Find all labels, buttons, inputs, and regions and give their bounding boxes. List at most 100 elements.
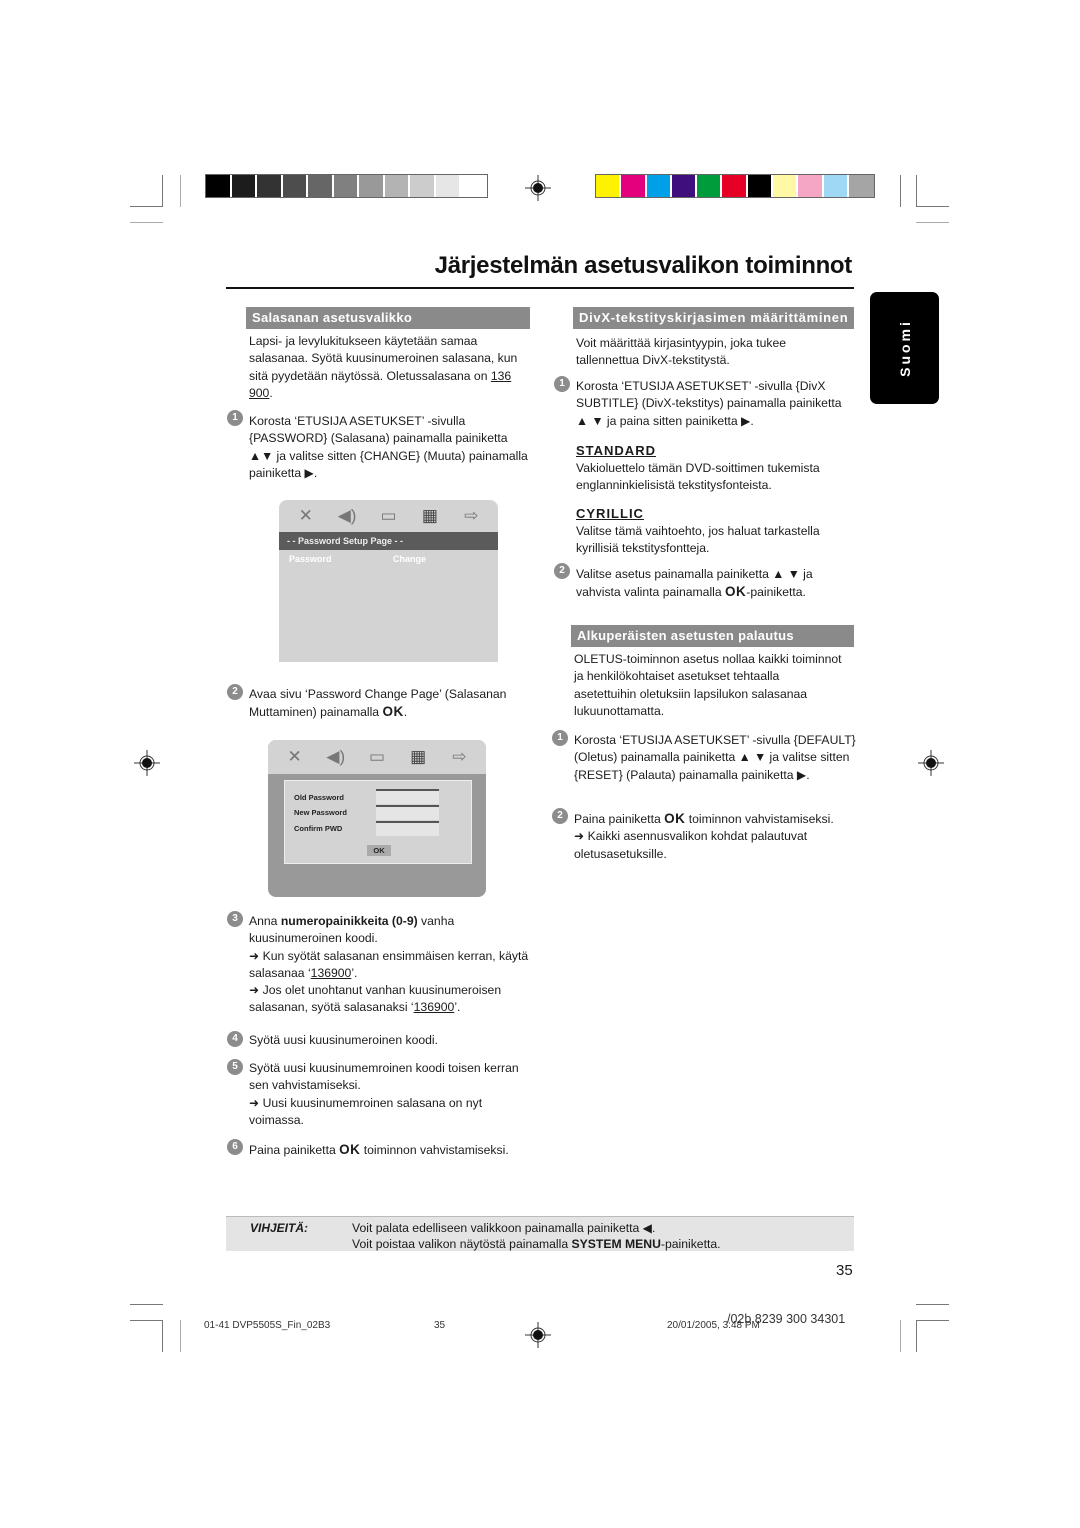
color-swatch — [848, 175, 875, 197]
footer-page: 35 — [434, 1320, 446, 1331]
old-password-field[interactable] — [376, 789, 439, 804]
password-step-5: Syötä uusi kuusinumemroinen koodi toisen… — [249, 1061, 519, 1127]
step-number-icon: 1 — [227, 410, 243, 426]
color-swatch — [461, 175, 487, 197]
confirm-password-field[interactable] — [376, 821, 439, 836]
color-swatch — [359, 175, 385, 197]
new-password-field[interactable] — [376, 805, 439, 820]
step-number-icon: 2 — [552, 808, 568, 824]
section-heading-password: Salasanan asetusvalikko — [246, 307, 530, 329]
osd-page-title: - - Password Setup Page - - — [279, 532, 498, 550]
crop-mark — [916, 1320, 917, 1352]
color-swatch — [308, 175, 334, 197]
crop-mark — [130, 1304, 163, 1305]
crop-mark — [130, 222, 163, 223]
speaker-icon: ◀) — [337, 506, 357, 525]
reset-step-1: Korosta ‘ETUSIJA ASETUKSET’ -sivulla {DE… — [574, 733, 856, 782]
password-step-6: Paina painiketta OK toiminnon vahvistami… — [249, 1142, 509, 1157]
color-swatch — [722, 175, 748, 197]
footer-file: 01-41 DVP5505S_Fin_02B3 — [204, 1320, 331, 1331]
color-swatch — [257, 175, 283, 197]
speaker-icon: ◀) — [326, 747, 346, 766]
password-setup-screen: ✕ ◀) ▭ ▦ ⇨ - - Password Setup Page - - P… — [279, 500, 498, 662]
option-standard-description: Vakioluettelo tämän DVD-soittimen tukemi… — [576, 461, 820, 493]
color-swatch — [206, 175, 232, 197]
color-swatch — [596, 175, 622, 197]
password-change-screen: ✕ ◀) ▭ ▦ ⇨ Old Password New Password Con… — [268, 740, 486, 897]
step-number-icon: 6 — [227, 1139, 243, 1155]
video-icon: ▭ — [368, 747, 385, 766]
option-standard-heading: STANDARD — [576, 443, 656, 458]
page-title: Järjestelmän asetusvalikon toiminnot — [434, 252, 853, 279]
crop-mark — [130, 206, 163, 207]
step-number-icon: 2 — [227, 684, 243, 700]
password-step-1: Korosta ‘ETUSIJA ASETUKSET’ -sivulla {PA… — [249, 414, 528, 480]
osd-row-value: Change — [393, 554, 427, 564]
osd-menu-icons: ✕ ◀) ▭ ▦ ⇨ — [268, 740, 486, 774]
color-swatch — [823, 175, 849, 197]
color-swatch — [435, 175, 461, 197]
color-swatch — [671, 175, 698, 197]
page-number: 35 — [836, 1262, 853, 1279]
grayscale-color-bar — [205, 174, 488, 198]
color-swatch — [621, 175, 647, 197]
divx-intro: Voit määrittää kirjasintyypin, joka tuke… — [576, 336, 786, 368]
osd-menu-icons: ✕ ◀) ▭ ▦ ⇨ — [279, 500, 498, 532]
tips-box: VIHJEITÄ: Voit palata edelliseen valikko… — [226, 1216, 854, 1251]
language-tab: Suomi — [870, 292, 939, 404]
footer-code: /02b 8239 300 34301 — [727, 1312, 846, 1326]
old-password-label: Old Password — [294, 793, 345, 802]
preferences-icon: ▦ — [421, 506, 438, 525]
crop-mark — [916, 1304, 949, 1305]
new-password-label: New Password — [294, 808, 347, 817]
color-swatch — [282, 175, 308, 197]
color-swatch — [798, 175, 824, 197]
crop-mark — [162, 1320, 163, 1352]
registration-mark-icon — [525, 1322, 551, 1348]
password-intro: Lapsi- ja levylukitukseen käytetään sama… — [249, 334, 518, 400]
password-form: Old Password New Password Confirm PWD OK — [284, 780, 472, 864]
step-number-icon: 3 — [227, 911, 243, 927]
divx-step-1: Korosta ‘ETUSIJA ASETUKSET’ -sivulla {Di… — [576, 379, 842, 428]
crop-mark — [900, 175, 901, 207]
divx-step-2: Valitse asetus painamalla painiketta ▲ ▼… — [576, 567, 813, 600]
color-swatch — [646, 175, 672, 197]
video-icon: ▭ — [380, 506, 397, 525]
crop-mark — [900, 1320, 901, 1352]
step-number-icon: 1 — [554, 376, 570, 392]
color-swatch — [231, 175, 257, 197]
confirm-password-label: Confirm PWD — [294, 824, 343, 833]
reset-step-2: Paina painiketta OK toiminnon vahvistami… — [574, 811, 834, 861]
exit-icon: ⇨ — [464, 506, 479, 525]
wrench-screwdriver-icon: ✕ — [287, 747, 302, 766]
step-number-icon: 1 — [552, 730, 568, 746]
preferences-icon: ▦ — [410, 747, 427, 766]
language-tab-label: Suomi — [896, 319, 913, 377]
color-swatch — [697, 175, 723, 197]
color-swatch — [410, 175, 436, 197]
crop-mark — [916, 175, 917, 207]
tips-text: Voit palata edelliseen valikkoon painama… — [352, 1221, 721, 1251]
ok-button[interactable]: OK — [367, 845, 391, 856]
osd-password-row: Password Change — [279, 550, 498, 564]
tips-label: VIHJEITÄ: — [250, 1221, 309, 1235]
password-step-4: Syötä uusi kuusinumeroinen koodi. — [249, 1033, 439, 1047]
section-heading-divx: DivX-tekstityskirjasimen määrittäminen — [573, 307, 854, 329]
wrench-screwdriver-icon: ✕ — [298, 506, 313, 525]
registration-mark-icon — [134, 750, 160, 776]
reset-intro: OLETUS-toiminnon asetus nollaa kaikki to… — [574, 652, 842, 718]
option-cyrillic-description: Valitse tämä vaihtoehto, jos haluat tark… — [576, 524, 820, 556]
crop-mark — [180, 175, 181, 207]
color-swatch — [773, 175, 799, 197]
section-heading-reset: Alkuperäisten asetusten palautus — [571, 625, 854, 647]
process-color-bar — [595, 174, 876, 198]
color-swatch — [384, 175, 410, 197]
step-number-icon: 5 — [227, 1059, 243, 1075]
crop-mark — [162, 175, 163, 207]
color-swatch — [747, 175, 774, 197]
crop-mark — [916, 222, 949, 223]
crop-mark — [130, 1320, 163, 1321]
registration-mark-icon — [918, 750, 944, 776]
osd-row-label: Password — [289, 554, 332, 564]
title-divider — [226, 287, 854, 289]
